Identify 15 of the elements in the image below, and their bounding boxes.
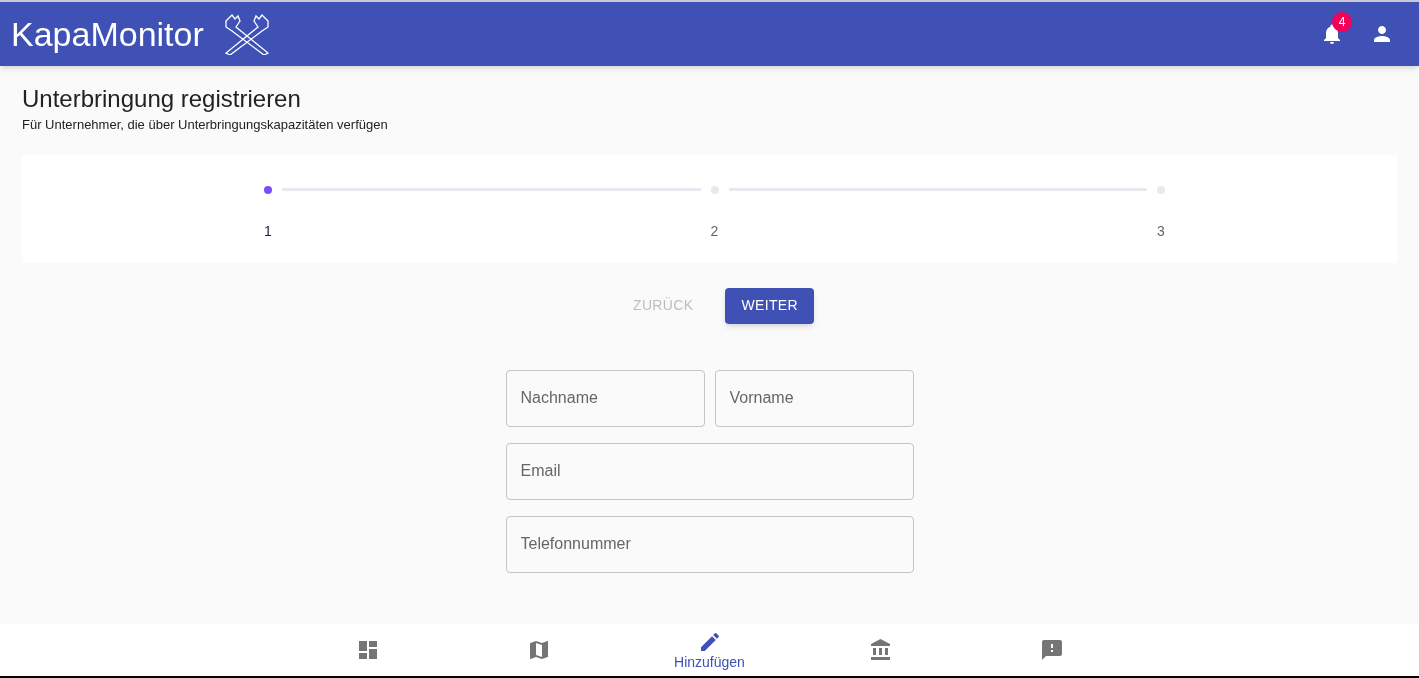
page-subtitle: Für Unternehmer, die über Unterbringungskapazitäten verfügen [22,116,389,134]
step-label: 2 [710,221,719,241]
text-field[interactable]: Vorname [714,369,914,427]
bank-building-icon [868,638,893,662]
text-field[interactable]: Email [505,442,914,500]
next-button[interactable]: WEITER [725,287,814,324]
text-field[interactable]: Telefonnummer [505,515,914,573]
app-title: KapaMonitor [11,13,204,55]
bottom-nav-item[interactable]: Hinzufügen [624,624,795,676]
feedback-icon [1039,638,1064,662]
text-field[interactable]: Nachname [505,369,705,427]
page-title: Unterbringung registrieren [22,85,302,113]
step-label: 1 [264,221,272,241]
notification-count-badge: 4 [1332,12,1352,32]
step-label: 3 [1157,221,1165,241]
